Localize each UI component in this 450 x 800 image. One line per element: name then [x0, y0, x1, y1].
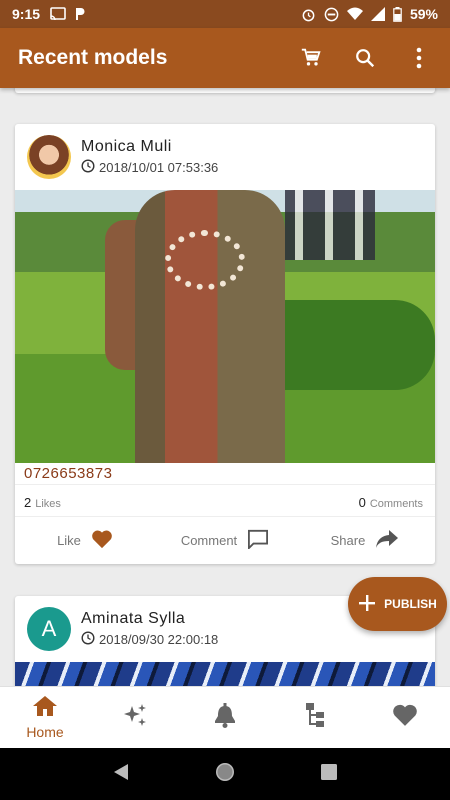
nav-hierarchy[interactable]	[270, 702, 360, 733]
system-nav-bar	[0, 748, 450, 800]
comment-button[interactable]: Comment	[155, 529, 295, 552]
back-icon[interactable]	[112, 763, 130, 786]
battery-percent: 59%	[409, 6, 438, 22]
share-icon	[375, 529, 399, 552]
clock-icon	[81, 631, 95, 648]
tree-icon	[304, 702, 326, 733]
heart-icon	[91, 529, 113, 552]
alarm-icon	[301, 7, 316, 22]
signal-icon	[370, 7, 385, 21]
nav-discover[interactable]	[90, 702, 180, 733]
sparkles-icon	[122, 702, 148, 733]
home-circle-icon[interactable]	[214, 761, 236, 788]
likes-count: 2	[24, 495, 32, 510]
post-header: Monica Muli 2018/10/01 07:53:36	[15, 124, 435, 190]
post-actions: Like Comment Share	[15, 517, 435, 563]
post-stats: 2 Likes 0 Comments	[15, 485, 435, 517]
cart-icon[interactable]	[298, 45, 324, 71]
plus-icon	[358, 594, 376, 615]
avatar[interactable]: A	[27, 607, 71, 651]
wifi-icon	[346, 7, 363, 21]
post-card[interactable]: Monica Muli 2018/10/01 07:53:36 07266538…	[15, 124, 435, 564]
battery-icon	[393, 6, 402, 22]
post-image[interactable]	[15, 190, 435, 463]
bell-icon	[214, 702, 236, 733]
share-label: Share	[330, 532, 366, 548]
publish-button[interactable]: PUBLISH	[348, 577, 447, 631]
comments-count: 0	[358, 495, 366, 510]
more-vert-icon[interactable]	[406, 45, 432, 71]
home-icon	[32, 695, 58, 722]
bottom-nav: Home	[0, 686, 450, 748]
p-app-icon	[74, 7, 86, 21]
comment-icon	[247, 529, 269, 552]
status-time: 9:15	[12, 6, 41, 22]
author-name[interactable]: Monica Muli	[81, 138, 218, 156]
nav-home[interactable]: Home	[0, 695, 90, 740]
search-icon[interactable]	[352, 45, 378, 71]
avatar[interactable]	[27, 135, 71, 179]
post-date: 2018/10/01 07:53:36	[99, 160, 219, 175]
like-label: Like	[57, 532, 81, 548]
like-button[interactable]: Like	[15, 529, 155, 552]
app-bar: Recent models	[0, 28, 450, 88]
status-bar: 9:15 59%	[0, 0, 450, 28]
previous-post-card	[15, 88, 435, 93]
heart-icon	[391, 703, 419, 732]
clock-icon	[81, 159, 95, 176]
likes-label: Likes	[35, 498, 61, 510]
publish-label: PUBLISH	[384, 597, 437, 611]
share-button[interactable]: Share	[295, 529, 435, 552]
nav-home-label: Home	[26, 724, 64, 740]
cast-icon	[50, 7, 66, 21]
page-title: Recent models	[18, 46, 168, 69]
comments-label: Comments	[369, 498, 423, 510]
author-name[interactable]: Aminata Sylla	[81, 610, 218, 628]
nav-favorites[interactable]	[360, 703, 450, 732]
recents-icon[interactable]	[320, 763, 338, 786]
post-date: 2018/09/30 22:00:18	[99, 632, 219, 647]
post-image[interactable]	[15, 662, 435, 686]
nav-notifications[interactable]	[180, 702, 270, 733]
comment-label: Comment	[180, 532, 238, 548]
dnd-icon	[324, 7, 339, 22]
post-phone[interactable]: 0726653873	[15, 463, 435, 485]
